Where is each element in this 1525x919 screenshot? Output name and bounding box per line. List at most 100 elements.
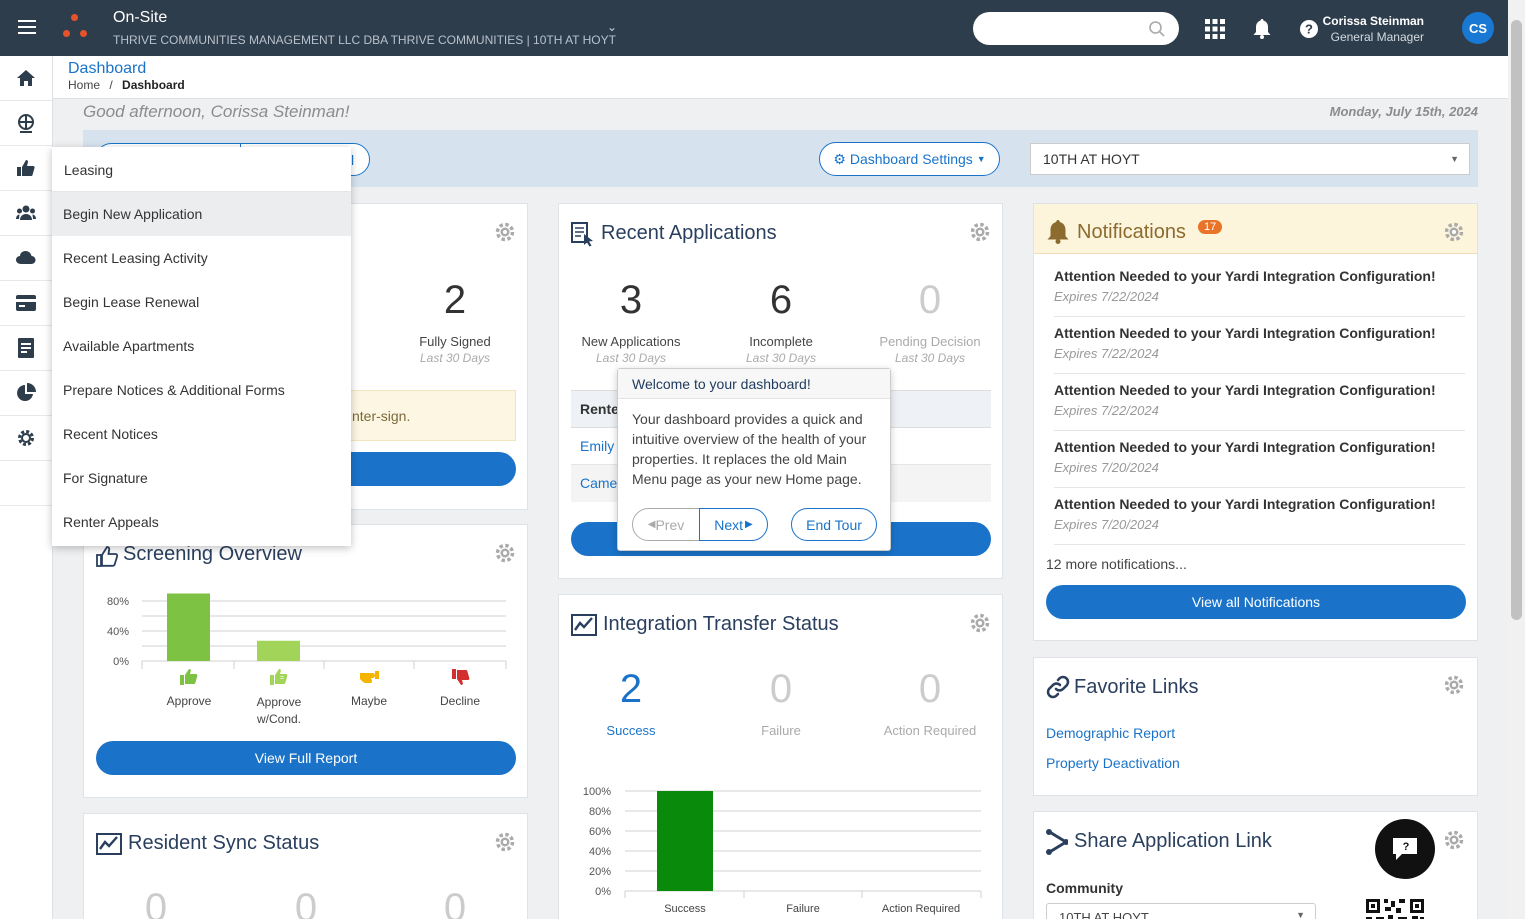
- chevron-down-icon[interactable]: ⌄: [607, 20, 617, 34]
- gear-icon[interactable]: [494, 221, 516, 243]
- favorite-link-property-deactivation[interactable]: Property Deactivation: [1046, 755, 1180, 771]
- fully-signed-label: Fully Signed: [419, 334, 491, 349]
- approve-thumbs-up-icon: [180, 669, 198, 685]
- gear-icon[interactable]: [494, 831, 516, 853]
- action-required-stat[interactable]: 0 Action Required: [855, 667, 1005, 738]
- credit-card-icon: [16, 295, 36, 311]
- gear-icon[interactable]: [1443, 829, 1465, 851]
- sidebar-item-settings[interactable]: [0, 416, 52, 461]
- menu-item-recent-leasing-activity[interactable]: Recent Leasing Activity: [52, 236, 351, 280]
- menu-item-begin-lease-renewal[interactable]: Begin Lease Renewal: [52, 280, 351, 324]
- notification-item[interactable]: Attention Needed to your Yardi Integrati…: [1054, 488, 1465, 545]
- dashboard-settings-button[interactable]: ⚙ Dashboard Settings ▼: [819, 142, 1000, 176]
- renter-link[interactable]: Emily: [580, 438, 614, 454]
- menu-item-available-apartments[interactable]: Available Apartments: [52, 324, 351, 368]
- line-chart-icon: [96, 833, 122, 855]
- menu-item-recent-notices[interactable]: Recent Notices: [52, 412, 351, 456]
- incomplete-stat[interactable]: 6 Incomplete Last 30 Days: [706, 278, 856, 365]
- notifications-title: Notifications: [1077, 221, 1186, 243]
- search-input[interactable]: [973, 12, 1179, 45]
- link-icon: [1046, 675, 1070, 699]
- tour-next-button[interactable]: Next ▶: [699, 508, 768, 541]
- user-name[interactable]: Corissa Steinman: [1323, 14, 1424, 28]
- sidebar-item-properties[interactable]: [0, 101, 52, 146]
- menu-item-prepare-notices[interactable]: Prepare Notices & Additional Forms: [52, 368, 351, 412]
- greeting: Good afternoon, Corissa Steinman!: [83, 102, 350, 121]
- sidebar-item-empty[interactable]: [0, 461, 52, 506]
- stat-label: Action Required: [883, 723, 977, 738]
- hamburger-menu-icon[interactable]: [18, 20, 36, 34]
- tour-prev-label: Prev: [655, 516, 685, 533]
- page-header: Dashboard Home / Dashboard: [53, 56, 1508, 99]
- favorite-link-demographic-report[interactable]: Demographic Report: [1046, 725, 1175, 741]
- notification-item[interactable]: Attention Needed to your Yardi Integrati…: [1054, 431, 1465, 488]
- scroll-thumb[interactable]: [1511, 20, 1522, 620]
- notification-item[interactable]: Attention Needed to your Yardi Integrati…: [1054, 260, 1465, 317]
- gear-icon[interactable]: [1443, 674, 1465, 696]
- recent-applications-title: Recent Applications: [601, 222, 777, 244]
- failure-stat[interactable]: 0 Failure: [706, 667, 856, 738]
- category-label: Approve: [166, 694, 212, 708]
- y-tick-label: 40%: [589, 846, 611, 858]
- current-date: Monday, July 15th, 2024: [1329, 104, 1478, 119]
- bell-icon[interactable]: [1251, 18, 1273, 40]
- chat-support-button[interactable]: ?: [1375, 819, 1435, 879]
- svg-text:?: ?: [1305, 22, 1313, 37]
- gear-icon[interactable]: [1443, 221, 1465, 243]
- stat-value: 0: [918, 278, 942, 322]
- apps-grid-icon[interactable]: [1204, 18, 1226, 40]
- breadcrumb: Home / Dashboard: [68, 78, 185, 92]
- sidebar-item-cloud[interactable]: [0, 236, 52, 281]
- notification-expiry: Expires 7/22/2024: [1054, 403, 1159, 418]
- menu-item-for-signature[interactable]: For Signature: [52, 456, 351, 500]
- view-all-notifications-button[interactable]: View all Notifications: [1046, 585, 1466, 619]
- renter-link[interactable]: Camer: [580, 475, 622, 491]
- sidebar-item-home[interactable]: [0, 56, 52, 101]
- sidebar-item-payments[interactable]: [0, 281, 52, 326]
- tour-prev-button[interactable]: ◀ Prev: [632, 508, 700, 541]
- sidebar-item-residents[interactable]: [0, 191, 52, 236]
- breadcrumb-home[interactable]: Home: [68, 78, 100, 92]
- bar-success: [657, 791, 713, 891]
- integration-transfer-card: Integration Transfer Status 2 Success 0 …: [558, 594, 1003, 919]
- sidebar-item-reports[interactable]: [0, 371, 52, 416]
- avatar[interactable]: CS: [1462, 12, 1494, 44]
- home-icon: [17, 70, 35, 86]
- pending-decision-stat[interactable]: 0 Pending Decision Last 30 Days: [855, 278, 1005, 365]
- help-icon[interactable]: ?: [1298, 18, 1320, 40]
- property-select[interactable]: 10TH AT HOYT ▼: [1030, 143, 1470, 175]
- gear-icon[interactable]: [969, 612, 991, 634]
- notification-item[interactable]: Attention Needed to your Yardi Integrati…: [1054, 317, 1465, 374]
- tour-end-button[interactable]: End Tour: [791, 508, 877, 541]
- community-select[interactable]: 10TH AT HOYT ▼: [1046, 903, 1316, 919]
- integration-transfer-title: Integration Transfer Status: [603, 613, 839, 635]
- sidebar-item-documents[interactable]: [0, 326, 52, 371]
- notification-item[interactable]: Attention Needed to your Yardi Integrati…: [1054, 374, 1465, 431]
- pill-text[interactable]: l: [351, 152, 354, 168]
- y-tick-label: 0%: [113, 656, 129, 668]
- x-tick-label: Success: [664, 903, 706, 915]
- notification-expiry: Expires 7/20/2024: [1054, 517, 1159, 532]
- category-label: Maybe: [350, 694, 388, 708]
- success-stat[interactable]: 2 Success: [556, 667, 706, 738]
- document-icon: [18, 338, 34, 358]
- gear-icon[interactable]: [494, 542, 516, 564]
- stat-value: 0: [769, 667, 793, 711]
- sync-stat-value: 0: [294, 886, 318, 919]
- caret-down-icon: ▼: [1450, 154, 1459, 164]
- view-full-report-button[interactable]: View Full Report: [96, 741, 516, 775]
- menu-item-renter-appeals[interactable]: Renter Appeals: [52, 500, 351, 544]
- notification-expiry: Expires 7/20/2024: [1054, 460, 1159, 475]
- caret-down-icon: ▼: [976, 154, 986, 164]
- company-name[interactable]: THRIVE COMMUNITIES MANAGEMENT LLC DBA TH…: [113, 33, 616, 47]
- resident-sync-stats: 0 0 0: [84, 886, 529, 919]
- tour-title: Welcome to your dashboard!: [618, 369, 890, 399]
- more-notifications-link[interactable]: 12 more notifications...: [1046, 556, 1187, 572]
- page-scrollbar[interactable]: [1508, 0, 1525, 919]
- menu-item-begin-new-application[interactable]: Begin New Application: [52, 192, 351, 236]
- stat-value: 3: [619, 278, 643, 322]
- sidebar-item-leasing[interactable]: [0, 146, 52, 191]
- new-applications-stat[interactable]: 3 New Applications Last 30 Days: [556, 278, 706, 365]
- stat-value: 0: [918, 667, 942, 711]
- gear-icon[interactable]: [969, 221, 991, 243]
